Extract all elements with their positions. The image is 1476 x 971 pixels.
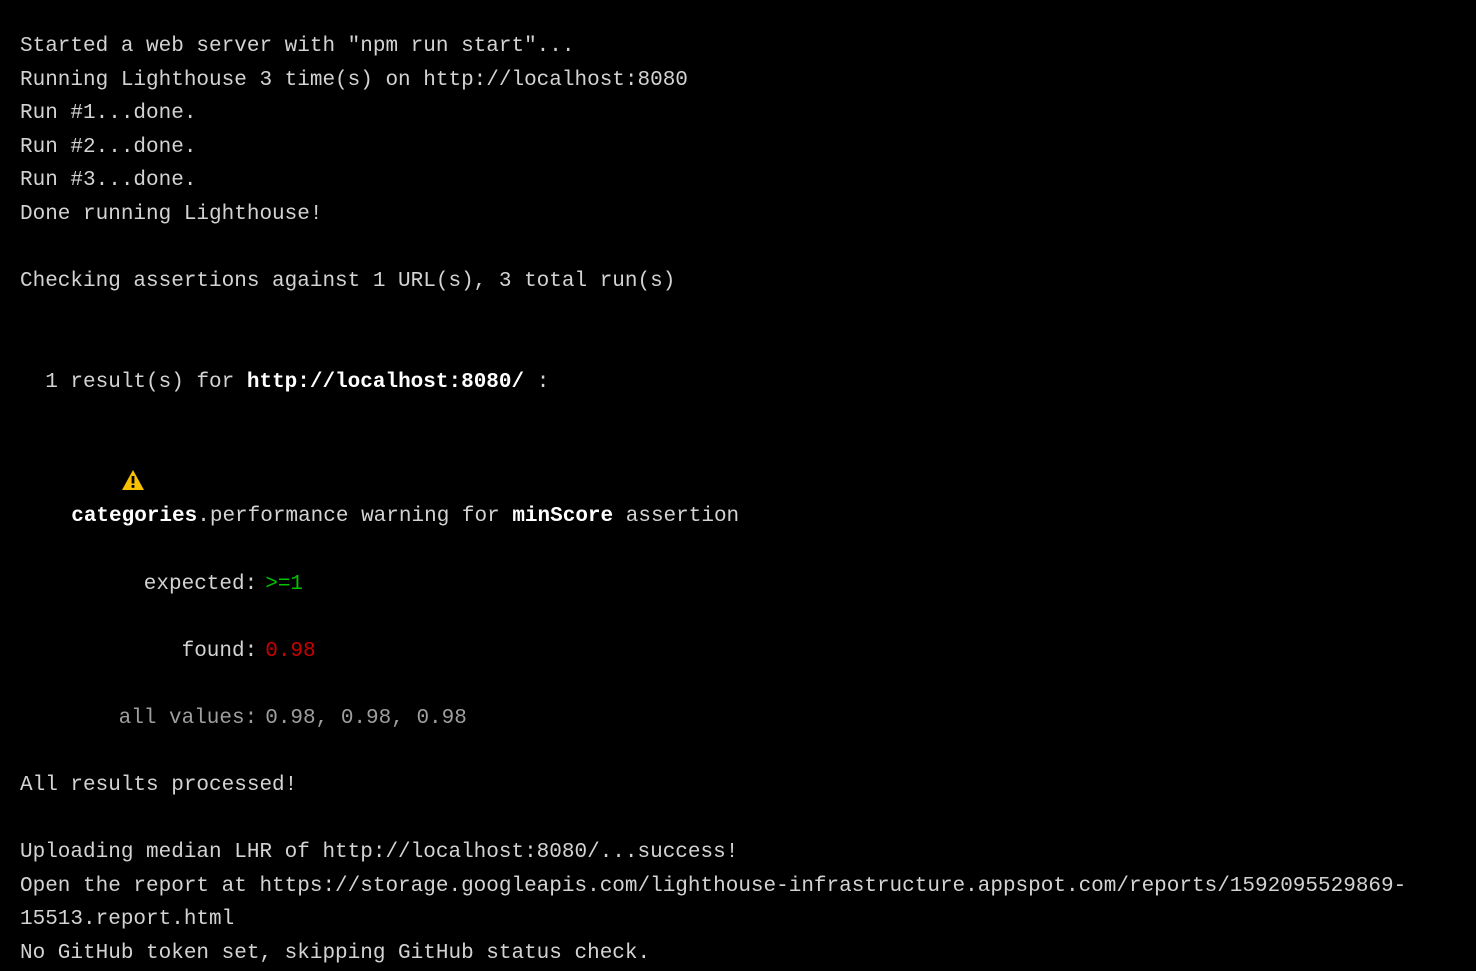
results-suffix: : xyxy=(524,371,549,394)
results-prefix: 1 result(s) for xyxy=(45,371,247,394)
assert-after-categories: .performance warning for xyxy=(197,505,512,528)
log-line-upload: Uploading median LHR of http://localhost… xyxy=(20,836,1456,870)
log-line-done-lighthouse: Done running Lighthouse! xyxy=(20,198,1456,232)
log-line-run3: Run #3...done. xyxy=(20,164,1456,198)
log-line-results-for: 1 result(s) for http://localhost:8080/ : xyxy=(20,332,1456,399)
assertion-allvalues-row: all values: 0.98, 0.98, 0.98 xyxy=(20,668,1456,735)
log-line-running: Running Lighthouse 3 time(s) on http://l… xyxy=(20,64,1456,98)
assert-categories: categories xyxy=(71,505,197,528)
assert-minscore: minScore xyxy=(512,505,613,528)
expected-label: expected: xyxy=(117,568,257,602)
log-line-open-report: Open the report at https://storage.googl… xyxy=(20,870,1456,937)
log-line-started: Started a web server with "npm run start… xyxy=(20,30,1456,64)
allvalues-value: 0.98, 0.98, 0.98 xyxy=(265,707,467,730)
assert-after-minscore: assertion xyxy=(613,505,739,528)
allvalues-label: all values: xyxy=(117,702,257,736)
found-label: found: xyxy=(117,635,257,669)
warning-icon xyxy=(71,470,143,490)
log-line-checking-assertions: Checking assertions against 1 URL(s), 3 … xyxy=(20,265,1456,299)
log-line-run2: Run #2...done. xyxy=(20,131,1456,165)
found-value: 0.98 xyxy=(265,640,315,663)
log-line-run1: Run #1...done. xyxy=(20,97,1456,131)
blank-line xyxy=(20,400,1456,434)
results-url: http://localhost:8080/ xyxy=(247,371,524,394)
blank-line xyxy=(20,803,1456,837)
assertion-expected-row: expected: >=1 xyxy=(20,534,1456,601)
assertion-warning-line: categories.performance warning for minSc… xyxy=(20,433,1456,534)
log-line-no-github-token: No GitHub token set, skipping GitHub sta… xyxy=(20,937,1456,971)
blank-line xyxy=(20,735,1456,769)
blank-line xyxy=(20,232,1456,266)
assertion-found-row: found: 0.98 xyxy=(20,601,1456,668)
log-line-processed: All results processed! xyxy=(20,769,1456,803)
blank-line xyxy=(20,299,1456,333)
expected-value: >=1 xyxy=(265,573,303,596)
